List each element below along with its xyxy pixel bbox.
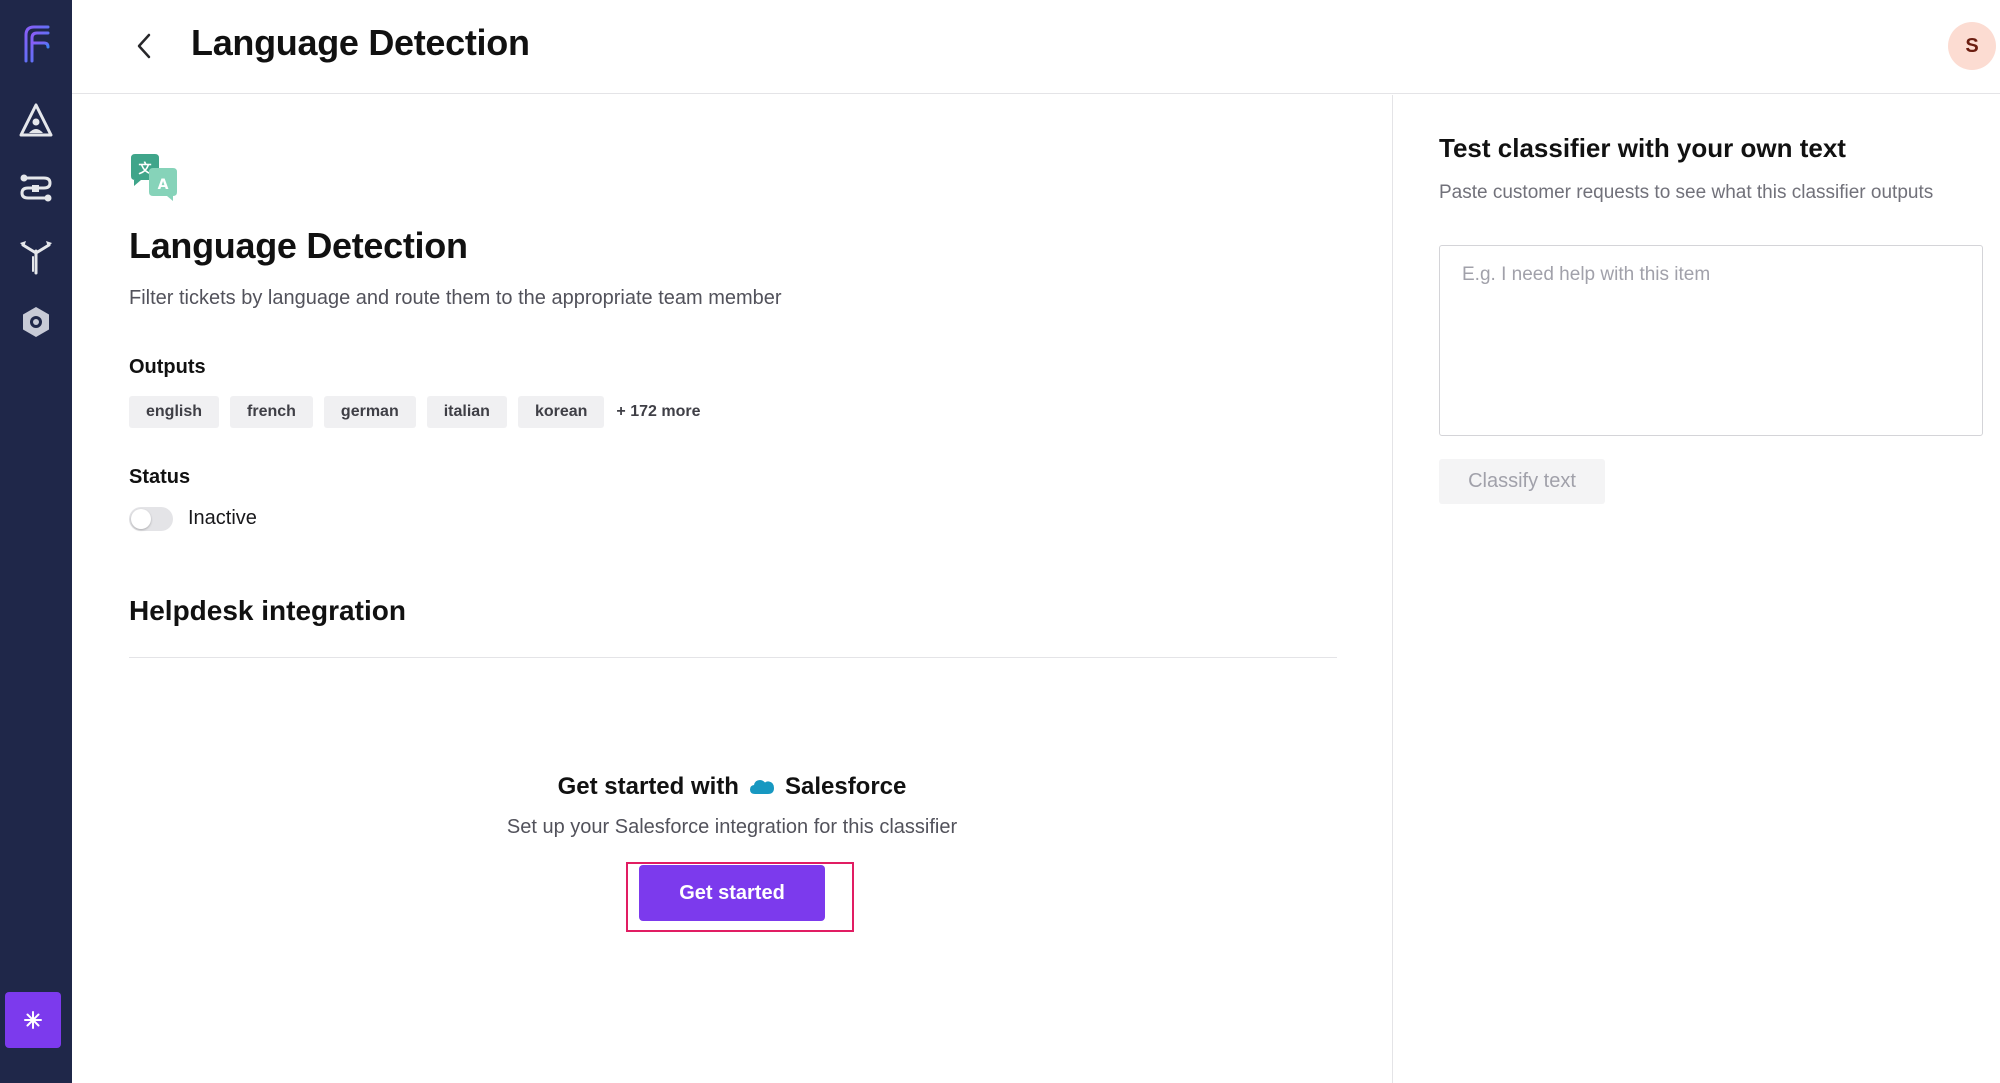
test-panel-title: Test classifier with your own text [1439,133,1846,163]
svg-text:A: A [158,177,169,193]
output-chip: english [129,396,220,428]
sparkle-icon [24,1011,42,1029]
outputs-list: english french german italian korean + 1… [129,396,700,428]
agent-icon[interactable] [12,96,60,144]
output-chip: korean [517,396,605,428]
toggle-knob [131,509,151,529]
routing-icon[interactable] [12,231,60,279]
page-header: Language Detection S [72,0,2000,94]
back-button[interactable] [124,26,164,66]
classifier-detail: 文 A Language Detection Filter tickets by… [72,95,1392,1083]
heading-prefix: Get started with [557,773,739,800]
page-title: Language Detection [191,22,530,63]
test-panel: Test classifier with your own text Paste… [1392,95,2000,1083]
output-chip: italian [426,396,507,428]
integration-subtitle: Set up your Salesforce integration for t… [506,816,958,838]
test-text-input[interactable] [1439,245,1983,436]
divider [129,657,1337,658]
classify-text-button[interactable]: Classify text [1439,459,1605,504]
classifier-title: Language Detection [129,225,468,266]
avatar[interactable]: S [1948,22,1996,70]
integration-heading: Get started with Salesforce [72,773,1392,801]
more-outputs-link[interactable]: + 172 more [616,403,700,421]
status-value: Inactive [188,507,257,529]
classifier-description: Filter tickets by language and route the… [129,287,782,309]
get-started-button[interactable]: Get started [639,865,825,921]
translate-icon: 文 A [129,154,179,202]
sidebar [0,0,72,1083]
salesforce-cloud-icon [749,780,774,794]
output-chip: german [323,396,416,428]
status-toggle[interactable] [129,507,173,531]
test-panel-subtitle: Paste customer requests to see what this… [1439,182,1934,203]
settings-icon[interactable] [12,298,60,346]
sparkle-button[interactable] [5,992,61,1048]
status-label: Status [129,466,191,488]
provider-name: Salesforce [784,773,907,800]
output-chip: french [230,396,313,428]
chevron-left-icon [137,33,151,59]
workflow-icon[interactable] [12,164,60,212]
outputs-label: Outputs [129,356,206,378]
integration-title: Helpdesk integration [129,595,406,626]
f-logo-icon[interactable] [12,19,60,67]
